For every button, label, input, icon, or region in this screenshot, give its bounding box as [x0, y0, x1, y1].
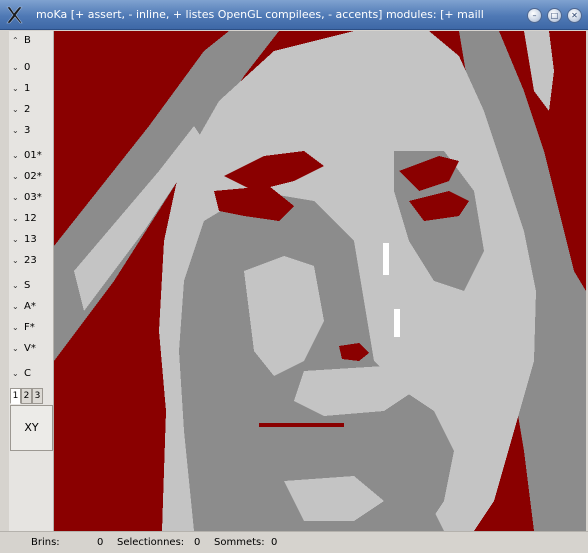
- status-bar: Brins: 0 Selectionnes: 0 Sommets: 0: [0, 531, 588, 553]
- minimize-button[interactable]: –: [527, 8, 542, 23]
- toggle-label: 23: [24, 255, 37, 266]
- toggle-a[interactable]: ⌄ A*: [12, 299, 52, 315]
- view-tabs: 1 2 3: [10, 388, 52, 404]
- chevron-down-icon: ⌄: [12, 151, 19, 160]
- toggle-13[interactable]: ⌄ 13: [12, 232, 52, 248]
- toggle-label: 12: [24, 213, 37, 224]
- chevron-up-icon: ⌃: [12, 36, 19, 45]
- sommets-label: Sommets:: [214, 537, 265, 548]
- chevron-down-icon: ⌄: [12, 126, 19, 135]
- toggle-01[interactable]: ⌄ 01*: [12, 148, 52, 164]
- window-title: moKa [+ assert, - inline, + listes OpenG…: [36, 8, 484, 21]
- sommets-value: 0: [271, 537, 278, 548]
- app-x-icon: [6, 6, 23, 24]
- view-toolbar: ⌃ B ⌄ 0 ⌄ 1 ⌄ 2 ⌄ 3 ⌄ 01* ⌄ 02* ⌄ 03* ⌄ 12 ⌄ 13 ⌄ 2…: [9, 31, 54, 531]
- selectionnes-value: 0: [194, 537, 201, 548]
- toggle-3[interactable]: ⌄ 3: [12, 123, 52, 139]
- maximize-button[interactable]: □: [547, 8, 562, 23]
- toggle-03[interactable]: ⌄ 03*: [12, 190, 52, 206]
- tab-3[interactable]: 3: [32, 388, 43, 404]
- toggle-2[interactable]: ⌄ 2: [12, 102, 52, 118]
- xy-view-button[interactable]: XY: [10, 405, 53, 451]
- toggle-label: 03*: [24, 192, 42, 203]
- toggle-label: 1: [24, 83, 31, 94]
- toggle-label: 01*: [24, 150, 42, 161]
- tab-1[interactable]: 1: [10, 388, 21, 404]
- toggle-v[interactable]: ⌄ V*: [12, 341, 52, 357]
- chevron-down-icon: ⌄: [12, 105, 19, 114]
- chevron-down-icon: ⌄: [12, 63, 19, 72]
- chevron-down-icon: ⌄: [12, 302, 19, 311]
- portrait-render: [54, 31, 586, 531]
- toggle-0[interactable]: ⌄ 0: [12, 60, 52, 76]
- toggle-23[interactable]: ⌄ 23: [12, 253, 52, 269]
- chevron-down-icon: ⌄: [12, 256, 19, 265]
- toggle-label: C: [24, 368, 31, 379]
- toggle-label: B: [24, 35, 31, 46]
- chevron-down-icon: ⌄: [12, 323, 19, 332]
- toggle-label: 2: [24, 104, 31, 115]
- toggle-label: S: [24, 280, 31, 291]
- toggle-12[interactable]: ⌄ 12: [12, 211, 52, 227]
- title-bar[interactable]: moKa [+ assert, - inline, + listes OpenG…: [0, 0, 588, 30]
- chevron-down-icon: ⌄: [12, 84, 19, 93]
- selectionnes-label: Selectionnes:: [117, 537, 185, 548]
- toggle-02[interactable]: ⌄ 02*: [12, 169, 52, 185]
- toggle-label: 0: [24, 62, 31, 73]
- brins-label: Brins:: [31, 537, 60, 548]
- toggle-label: F*: [24, 322, 35, 333]
- chevron-down-icon: ⌄: [12, 235, 19, 244]
- toggle-label: 02*: [24, 171, 42, 182]
- toggle-f[interactable]: ⌄ F*: [12, 320, 52, 336]
- toggle-label: A*: [24, 301, 36, 312]
- toggle-label: 13: [24, 234, 37, 245]
- chevron-down-icon: ⌄: [12, 281, 19, 290]
- render-viewport[interactable]: [54, 31, 586, 531]
- chevron-down-icon: ⌄: [12, 369, 19, 378]
- close-button[interactable]: ✕: [567, 8, 582, 23]
- chevron-down-icon: ⌄: [12, 193, 19, 202]
- toggle-1[interactable]: ⌄ 1: [12, 81, 52, 97]
- tab-2[interactable]: 2: [21, 388, 32, 404]
- toggle-label: 3: [24, 125, 31, 136]
- chevron-down-icon: ⌄: [12, 172, 19, 181]
- brins-value: 0: [97, 537, 104, 548]
- chevron-down-icon: ⌄: [12, 344, 19, 353]
- toggle-s[interactable]: ⌄ S: [12, 278, 52, 294]
- toggle-b[interactable]: ⌃ B: [12, 33, 52, 49]
- toggle-c[interactable]: ⌄ C: [12, 366, 52, 382]
- toggle-label: V*: [24, 343, 36, 354]
- chevron-down-icon: ⌄: [12, 214, 19, 223]
